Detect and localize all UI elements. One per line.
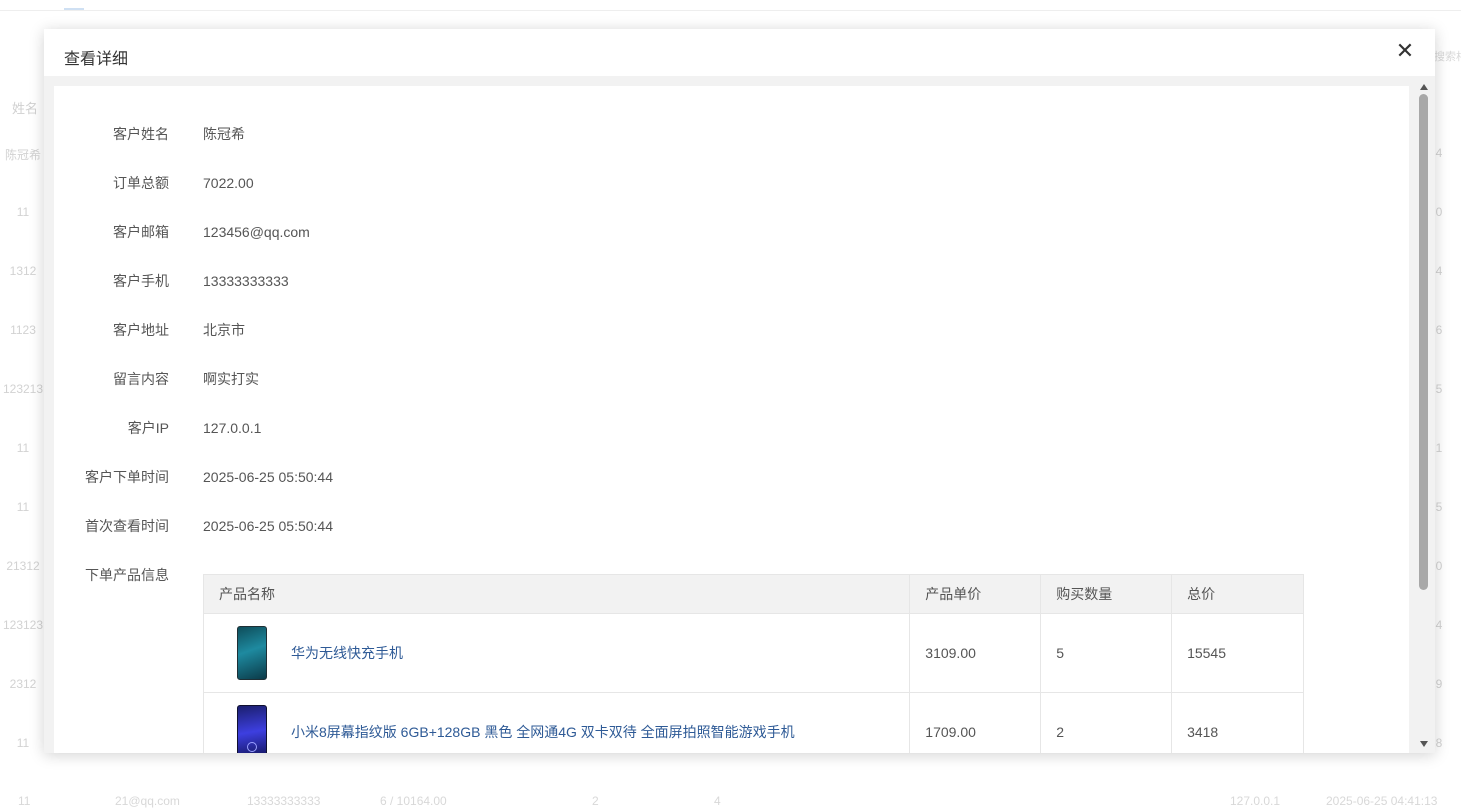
field-label: 订单总额 [113,175,169,191]
background-cell: 1123 [10,323,36,337]
background-cell: 11 [16,205,30,219]
background-cell: 21@qq.com [115,794,180,808]
background-cell: 11 [18,794,31,808]
background-top-bar [0,0,1461,11]
close-icon[interactable]: ✕ [1395,40,1415,62]
background-cell: 123213 [2,382,44,396]
table-header-row: 产品名称 产品单价 购买数量 总价 [202,574,1304,614]
field-value: 北京市 [203,322,245,338]
table-row: 华为无线快充手机 3109.00 5 15545 [202,613,1304,693]
column-header-product-name: 产品名称 [202,574,911,614]
field-label: 留言内容 [113,371,169,387]
background-search-input: 搜索相 [1434,51,1461,63]
detail-content: 客户姓名 陈冠希 订单总额 7022.00 客户邮箱 123456@qq.com… [54,86,1409,753]
field-value: 127.0.0.1 [203,420,262,436]
column-header-total: 总价 [1171,574,1304,614]
background-cell: 11 [16,736,30,750]
modal-header: 查看详细 ✕ [44,29,1435,76]
background-cell: 陈冠希 [4,148,41,162]
field-label: 客户邮箱 [113,224,169,240]
background-table-row: 11 21@qq.com 13333333333 6 / 10164.00 2 … [0,794,1461,808]
field-value: 7022.00 [203,175,254,191]
background-cell: 2025-06-25 04:41:13 [1326,794,1438,808]
background-cell: 1312 [9,264,37,278]
background-cell: 2 [592,794,599,808]
modal-body: 客户姓名 陈冠希 订单总额 7022.00 客户邮箱 123456@qq.com… [44,76,1435,753]
scroll-down-arrow-icon[interactable] [1420,741,1428,747]
unit-price-cell: 1709.00 [909,692,1042,753]
background-cell: 4 [714,794,721,808]
background-cell: 11 [16,500,30,514]
field-value: 123456@qq.com [203,224,310,240]
field-label: 首次查看时间 [85,518,169,534]
field-label: 客户地址 [113,322,169,338]
background-cell: 11 [16,441,30,455]
column-header-unit-price: 产品单价 [909,574,1042,614]
products-table: 产品名称 产品单价 购买数量 总价 华为无线快充手机 3109.00 5 155… [202,574,1304,753]
order-detail-modal: 查看详细 ✕ 客户姓名 陈冠希 订单总额 7022.00 客户邮箱 123456… [44,29,1435,753]
quantity-cell: 2 [1040,692,1173,753]
field-value: 陈冠希 [203,126,245,142]
product-name-cell: 华为无线快充手机 [202,613,911,693]
phone-huawei-icon [237,626,267,680]
quantity-cell: 5 [1040,613,1173,693]
background-active-tab-indicator [64,8,84,10]
product-link[interactable]: 华为无线快充手机 [291,645,403,661]
field-value: 2025-06-25 05:50:44 [203,518,333,534]
background-cell: 13333333333 [247,794,321,808]
field-label: 客户手机 [113,273,169,289]
modal-title: 查看详细 [64,51,129,68]
scroll-up-arrow-icon[interactable] [1420,84,1428,90]
field-value: 2025-06-25 05:50:44 [203,469,333,485]
background-cell: 2312 [9,677,37,691]
product-name-cell: 小米8屏幕指纹版 6GB+128GB 黑色 全网通4G 双卡双待 全面屏拍照智能… [202,692,911,753]
field-label: 客户IP [127,420,169,436]
field-label: 下单产品信息 [85,567,169,583]
scrollbar-thumb[interactable] [1419,94,1428,590]
field-label: 客户姓名 [113,126,169,142]
phone-xiaomi-icon [237,705,267,753]
vertical-scrollbar[interactable] [1418,84,1430,753]
background-cell: 6 / 10164.00 [380,794,447,808]
total-cell: 3418 [1171,692,1304,753]
unit-price-cell: 3109.00 [909,613,1042,693]
background-cell: 21312 [6,559,40,573]
field-value: 啊实打实 [203,371,259,387]
total-cell: 15545 [1171,613,1304,693]
background-cell: 123123 [2,618,44,632]
field-value: 13333333333 [203,273,289,289]
field-label: 客户下单时间 [85,469,169,485]
background-column-header-name: 姓名 [12,101,39,116]
background-cell: 127.0.0.1 [1230,794,1281,808]
product-link[interactable]: 小米8屏幕指纹版 6GB+128GB 黑色 全网通4G 双卡双待 全面屏拍照智能… [291,724,795,740]
column-header-quantity: 购买数量 [1040,574,1173,614]
table-row: 小米8屏幕指纹版 6GB+128GB 黑色 全网通4G 双卡双待 全面屏拍照智能… [202,692,1304,753]
